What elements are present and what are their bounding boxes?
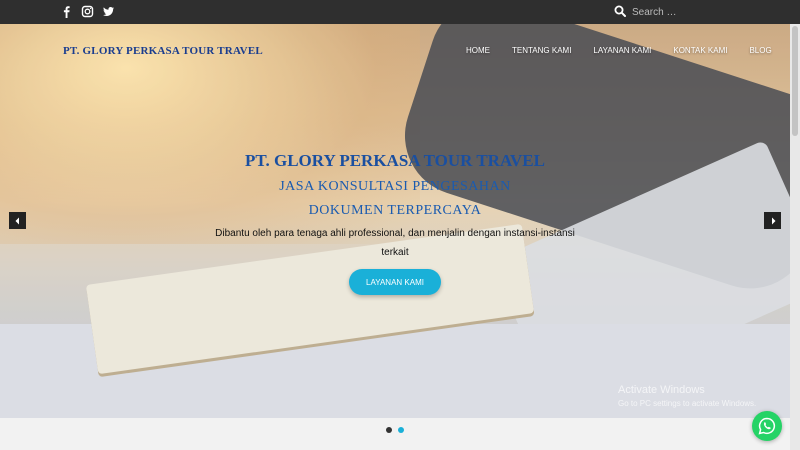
top-bar [0, 0, 800, 24]
site-logo[interactable]: PT. GLORY PERKASA TOUR TRAVEL [63, 45, 263, 57]
nav-item-home[interactable]: HOME [466, 46, 490, 55]
instagram-icon[interactable] [81, 5, 94, 18]
activate-windows-watermark: Activate Windows Go to PC settings to ac… [618, 383, 756, 411]
search-icon[interactable] [614, 5, 626, 20]
twitter-icon[interactable] [102, 5, 115, 18]
hero-overlay [0, 24, 790, 418]
slider-dot-2[interactable] [398, 427, 404, 433]
nav-item-layanan-kami[interactable]: LAYANAN KAMI [593, 46, 651, 55]
chevron-right-icon [771, 217, 775, 224]
hero-title: PT. GLORY PERKASA TOUR TRAVEL [245, 151, 545, 170]
slider-next-button[interactable] [764, 212, 781, 229]
scrollbar-thumb[interactable] [792, 26, 798, 136]
main-nav: HOME TENTANG KAMI LAYANAN KAMI KONTAK KA… [466, 46, 794, 55]
hero-subtitle-line1: JASA KONSULTASI PENGESAHAN [279, 179, 511, 194]
hero-slider [0, 24, 790, 418]
facebook-icon[interactable] [60, 5, 73, 18]
search-input[interactable] [632, 7, 712, 18]
nav-item-tentang-kami[interactable]: TENTANG KAMI [512, 46, 571, 55]
watermark-subtitle: Go to PC settings to activate Windows. [618, 399, 757, 408]
layanan-kami-button[interactable]: LAYANAN KAMI [349, 269, 441, 295]
search-bar [614, 5, 712, 20]
whatsapp-icon [758, 417, 776, 435]
nav-item-blog[interactable]: BLOG [749, 46, 771, 55]
slider-dot-1[interactable] [386, 427, 392, 433]
hero-subtitle-line2: DOKUMEN TERPERCAYA [308, 203, 482, 218]
social-links [60, 5, 115, 18]
page-scrollbar[interactable] [790, 24, 800, 450]
slider-prev-button[interactable] [9, 212, 26, 229]
slider-pagination [386, 427, 404, 433]
chevron-left-icon [15, 217, 19, 224]
nav-item-kontak-kami[interactable]: KONTAK KAMI [673, 46, 727, 55]
watermark-title: Activate Windows [618, 384, 705, 396]
whatsapp-button[interactable] [752, 411, 782, 441]
hero-description: Dibantu oleh para tenaga ahli profession… [215, 228, 575, 258]
